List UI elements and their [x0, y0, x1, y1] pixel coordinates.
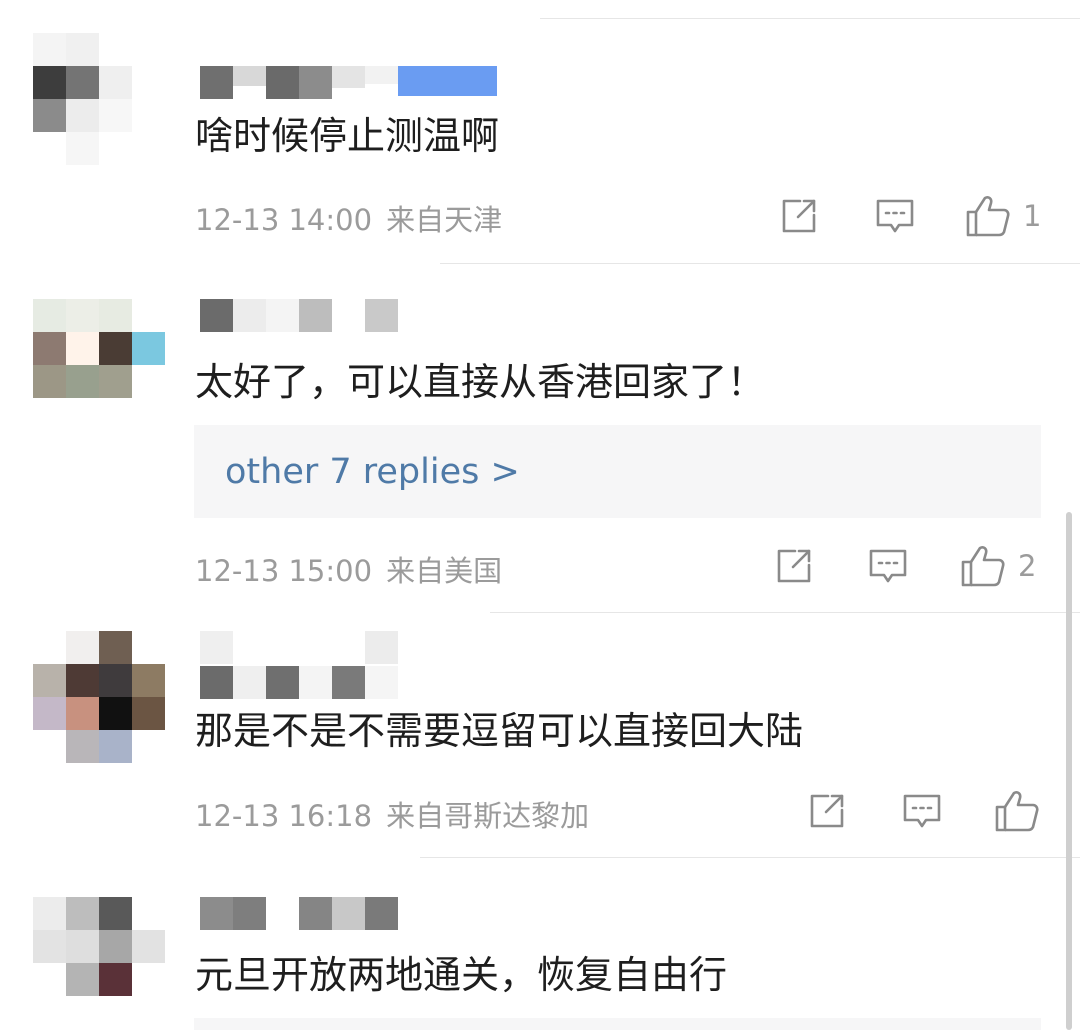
share-icon	[780, 197, 820, 235]
like-button[interactable]: 2	[960, 544, 1036, 588]
more-replies-box[interactable]: other 7 replies >	[194, 425, 1041, 518]
more-replies-link[interactable]: other 7 replies >	[225, 452, 520, 492]
more-replies-box[interactable]	[194, 1018, 1041, 1030]
avatar[interactable]	[33, 299, 165, 431]
reply-button[interactable]	[868, 547, 908, 585]
timestamp: 12-13 15:00	[195, 554, 373, 588]
avatar[interactable]	[33, 631, 165, 763]
divider	[420, 857, 1080, 858]
thumbs-up-icon	[994, 789, 1040, 833]
comment-icon	[902, 792, 942, 830]
share-button[interactable]	[780, 197, 820, 235]
timestamp: 12-13 16:18	[195, 799, 373, 833]
comment-text: 啥时候停止测温啊	[195, 114, 500, 158]
like-button[interactable]: 1	[965, 194, 1041, 238]
thumbs-up-icon	[965, 194, 1011, 238]
like-count: 2	[1018, 549, 1037, 583]
avatar[interactable]	[33, 897, 165, 1029]
username-redacted[interactable]	[200, 897, 398, 933]
reply-button[interactable]	[902, 792, 942, 830]
comment-meta: 12-13 16:18 来自哥斯达黎加	[195, 793, 589, 835]
thumbs-up-icon	[960, 544, 1006, 588]
comment-icon	[875, 197, 915, 235]
comment-meta: 12-13 14:00 来自天津	[195, 197, 502, 239]
divider	[440, 263, 1080, 264]
comment-icon	[868, 547, 908, 585]
divider	[490, 612, 1080, 613]
reply-button[interactable]	[875, 197, 915, 235]
comment-meta: 12-13 15:00 来自美国	[195, 548, 502, 590]
comment-text: 元旦开放两地通关，恢复自由行	[195, 953, 728, 997]
location: 来自天津	[386, 203, 503, 237]
username-redacted[interactable]	[200, 631, 400, 701]
location: 来自哥斯达黎加	[386, 799, 590, 833]
share-button[interactable]	[775, 547, 815, 585]
share-icon	[775, 547, 815, 585]
scrollbar[interactable]	[1066, 512, 1072, 1030]
divider	[540, 18, 1080, 19]
avatar[interactable]	[33, 33, 165, 165]
share-icon	[808, 792, 848, 830]
comment-text: 太好了，可以直接从香港回家了！	[195, 360, 766, 404]
username-redacted[interactable]	[200, 299, 398, 335]
like-count: 1	[1023, 199, 1042, 233]
comment-text: 那是不是不需要逗留可以直接回大陆	[195, 709, 804, 753]
like-button[interactable]	[994, 789, 1052, 833]
username-redacted[interactable]	[200, 66, 497, 102]
timestamp: 12-13 14:00	[195, 203, 373, 237]
location: 来自美国	[386, 554, 503, 588]
share-button[interactable]	[808, 792, 848, 830]
